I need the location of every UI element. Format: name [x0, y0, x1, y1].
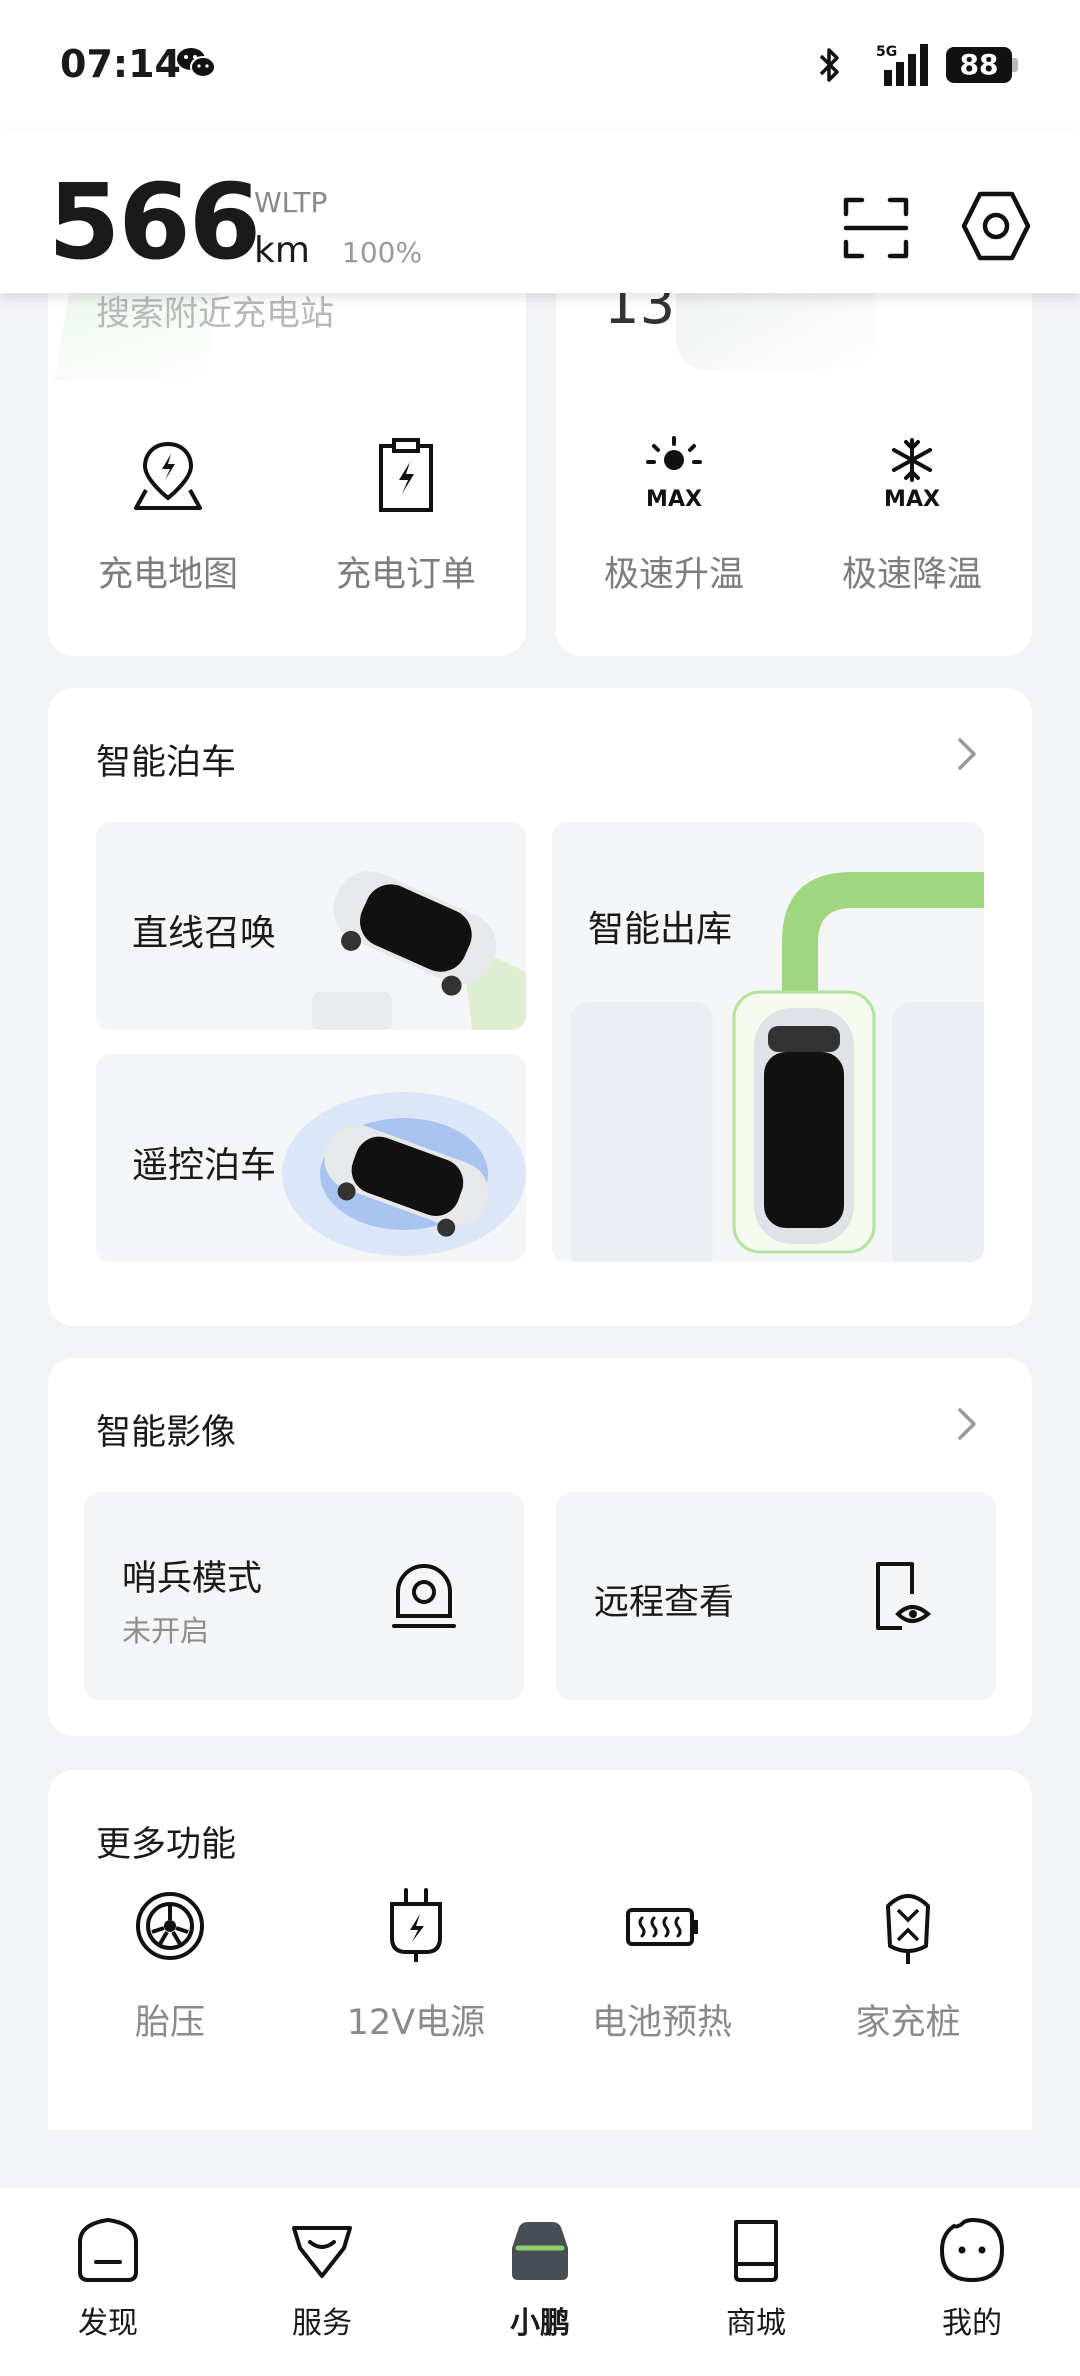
- tab-profile-label: 我的: [942, 2306, 1002, 2341]
- battery-preheat-button[interactable]: 电池预热: [562, 1886, 762, 2045]
- charge-map-button[interactable]: 充电地图: [68, 436, 268, 606]
- car-summon-illustration: [312, 871, 526, 1030]
- car-exit-illustration: [570, 872, 984, 1262]
- battery-percent: 100%: [342, 236, 423, 269]
- climate-card: 13°c MAX 极速升温 MAX 极速降温: [556, 240, 1032, 656]
- tab-discover[interactable]: 发现: [38, 2214, 178, 2342]
- status-bar: 07:14 5G 88: [0, 0, 1080, 130]
- max-heat-label: 极速升温: [603, 555, 744, 595]
- tire-pressure-label: 胎压: [134, 2003, 205, 2043]
- remote-view-title: 远程查看: [594, 1583, 735, 1623]
- charge-map-icon: [134, 441, 202, 510]
- charge-order-label: 充电订单: [335, 555, 476, 595]
- charge-map-label: 充电地图: [97, 555, 238, 595]
- sentry-mode-tile[interactable]: 哨兵模式 未开启: [84, 1492, 524, 1700]
- signal-icon: 5G: [876, 44, 928, 86]
- smart-imaging-card: 智能影像 哨兵模式 未开启 远程查看: [48, 1358, 1032, 1736]
- remote-view-tile[interactable]: 远程查看: [556, 1492, 996, 1700]
- smart-exit-tile[interactable]: 智能出库: [552, 822, 984, 1262]
- tab-profile[interactable]: 我的: [902, 2214, 1042, 2342]
- straight-summon-tile[interactable]: 直线召唤: [96, 822, 526, 1030]
- discover-icon: [78, 2217, 138, 2282]
- charge-order-icon: [379, 438, 433, 512]
- tab-discover-label: 发现: [78, 2306, 138, 2341]
- max-heat-icon: MAX: [646, 436, 702, 512]
- max-heat-badge: MAX: [646, 487, 702, 512]
- power-12v-button[interactable]: 12V电源: [316, 1886, 516, 2045]
- tire-icon: [136, 1892, 204, 1960]
- remote-view-icon: [876, 1562, 932, 1630]
- home-charger-icon: [886, 1894, 930, 1964]
- charge-order-button[interactable]: 充电订单: [306, 436, 506, 606]
- network-type-label: 5G: [876, 44, 897, 60]
- scan-icon[interactable]: [842, 196, 910, 260]
- battery-preheat-label: 电池预热: [591, 2003, 732, 2043]
- sentry-mode-status: 未开启: [122, 1614, 210, 1648]
- straight-summon-label: 直线召唤: [132, 913, 277, 954]
- tab-service-label: 服务: [292, 2306, 352, 2341]
- more-functions-card: 更多功能 胎压 12V电源 电池预热 家充桩: [48, 1770, 1032, 2130]
- remote-parking-label: 遥控泊车: [132, 1145, 277, 1186]
- range-unit: km: [254, 230, 310, 271]
- service-icon: [292, 2226, 352, 2278]
- bottom-tab-bar: 发现 服务 小鹏 商城 我的: [0, 2188, 1080, 2376]
- tab-xpeng[interactable]: 小鹏: [470, 2214, 610, 2342]
- tab-service[interactable]: 服务: [252, 2214, 392, 2342]
- max-cool-label: 极速降温: [841, 555, 982, 595]
- status-time: 07:14: [60, 42, 181, 86]
- chevron-right-icon[interactable]: [954, 732, 980, 776]
- more-functions-title: 更多功能: [96, 1825, 237, 1865]
- max-heat-button[interactable]: MAX 极速升温: [574, 436, 774, 606]
- search-charging-stations[interactable]: 搜索附近充电站: [96, 286, 334, 335]
- smart-parking-title: 智能泊车: [96, 743, 237, 783]
- tab-shop[interactable]: 商城: [686, 2214, 826, 2342]
- battery-icon: 88: [946, 47, 1012, 83]
- car-icon: [512, 2222, 568, 2280]
- tab-shop-label: 商城: [726, 2306, 786, 2341]
- chevron-right-icon[interactable]: [954, 1402, 980, 1446]
- bluetooth-icon: [819, 48, 839, 82]
- battery-heat-icon: [626, 1908, 698, 1946]
- battery-tip: [1012, 58, 1018, 72]
- home-charger-button[interactable]: 家充桩: [808, 1886, 1008, 2045]
- car-remote-illustration: [282, 1092, 526, 1256]
- smart-exit-label: 智能出库: [588, 909, 733, 950]
- range-standard: WLTP: [254, 186, 328, 219]
- max-cool-badge: MAX: [884, 487, 940, 512]
- max-cool-button[interactable]: MAX 极速降温: [812, 436, 1012, 606]
- sentry-mode-title: 哨兵模式: [122, 1559, 263, 1599]
- shop-icon: [734, 2220, 778, 2282]
- max-cool-icon: MAX: [884, 438, 940, 512]
- tab-xpeng-label: 小鹏: [510, 2306, 570, 2341]
- power-12v-label: 12V电源: [346, 2003, 486, 2043]
- remote-parking-tile[interactable]: 遥控泊车: [96, 1054, 526, 1262]
- smart-parking-card: 智能泊车 直线召唤 遥控泊车 智能出库: [48, 688, 1032, 1326]
- wechat-icon: [177, 48, 216, 78]
- power-plug-icon: [390, 1888, 442, 1962]
- range-value: 566: [48, 161, 261, 283]
- smart-imaging-title: 智能影像: [96, 1413, 237, 1453]
- range-header: 566 WLTP km 100%: [0, 130, 1080, 293]
- home-charger-label: 家充桩: [855, 2003, 961, 2043]
- charging-card: 搜索附近充电站 充电地图 充电订单: [48, 240, 526, 656]
- profile-icon: [939, 2217, 1005, 2283]
- tire-pressure-button[interactable]: 胎压: [70, 1886, 270, 2045]
- settings-icon[interactable]: [960, 188, 1032, 264]
- sentry-camera-icon: [392, 1564, 456, 1628]
